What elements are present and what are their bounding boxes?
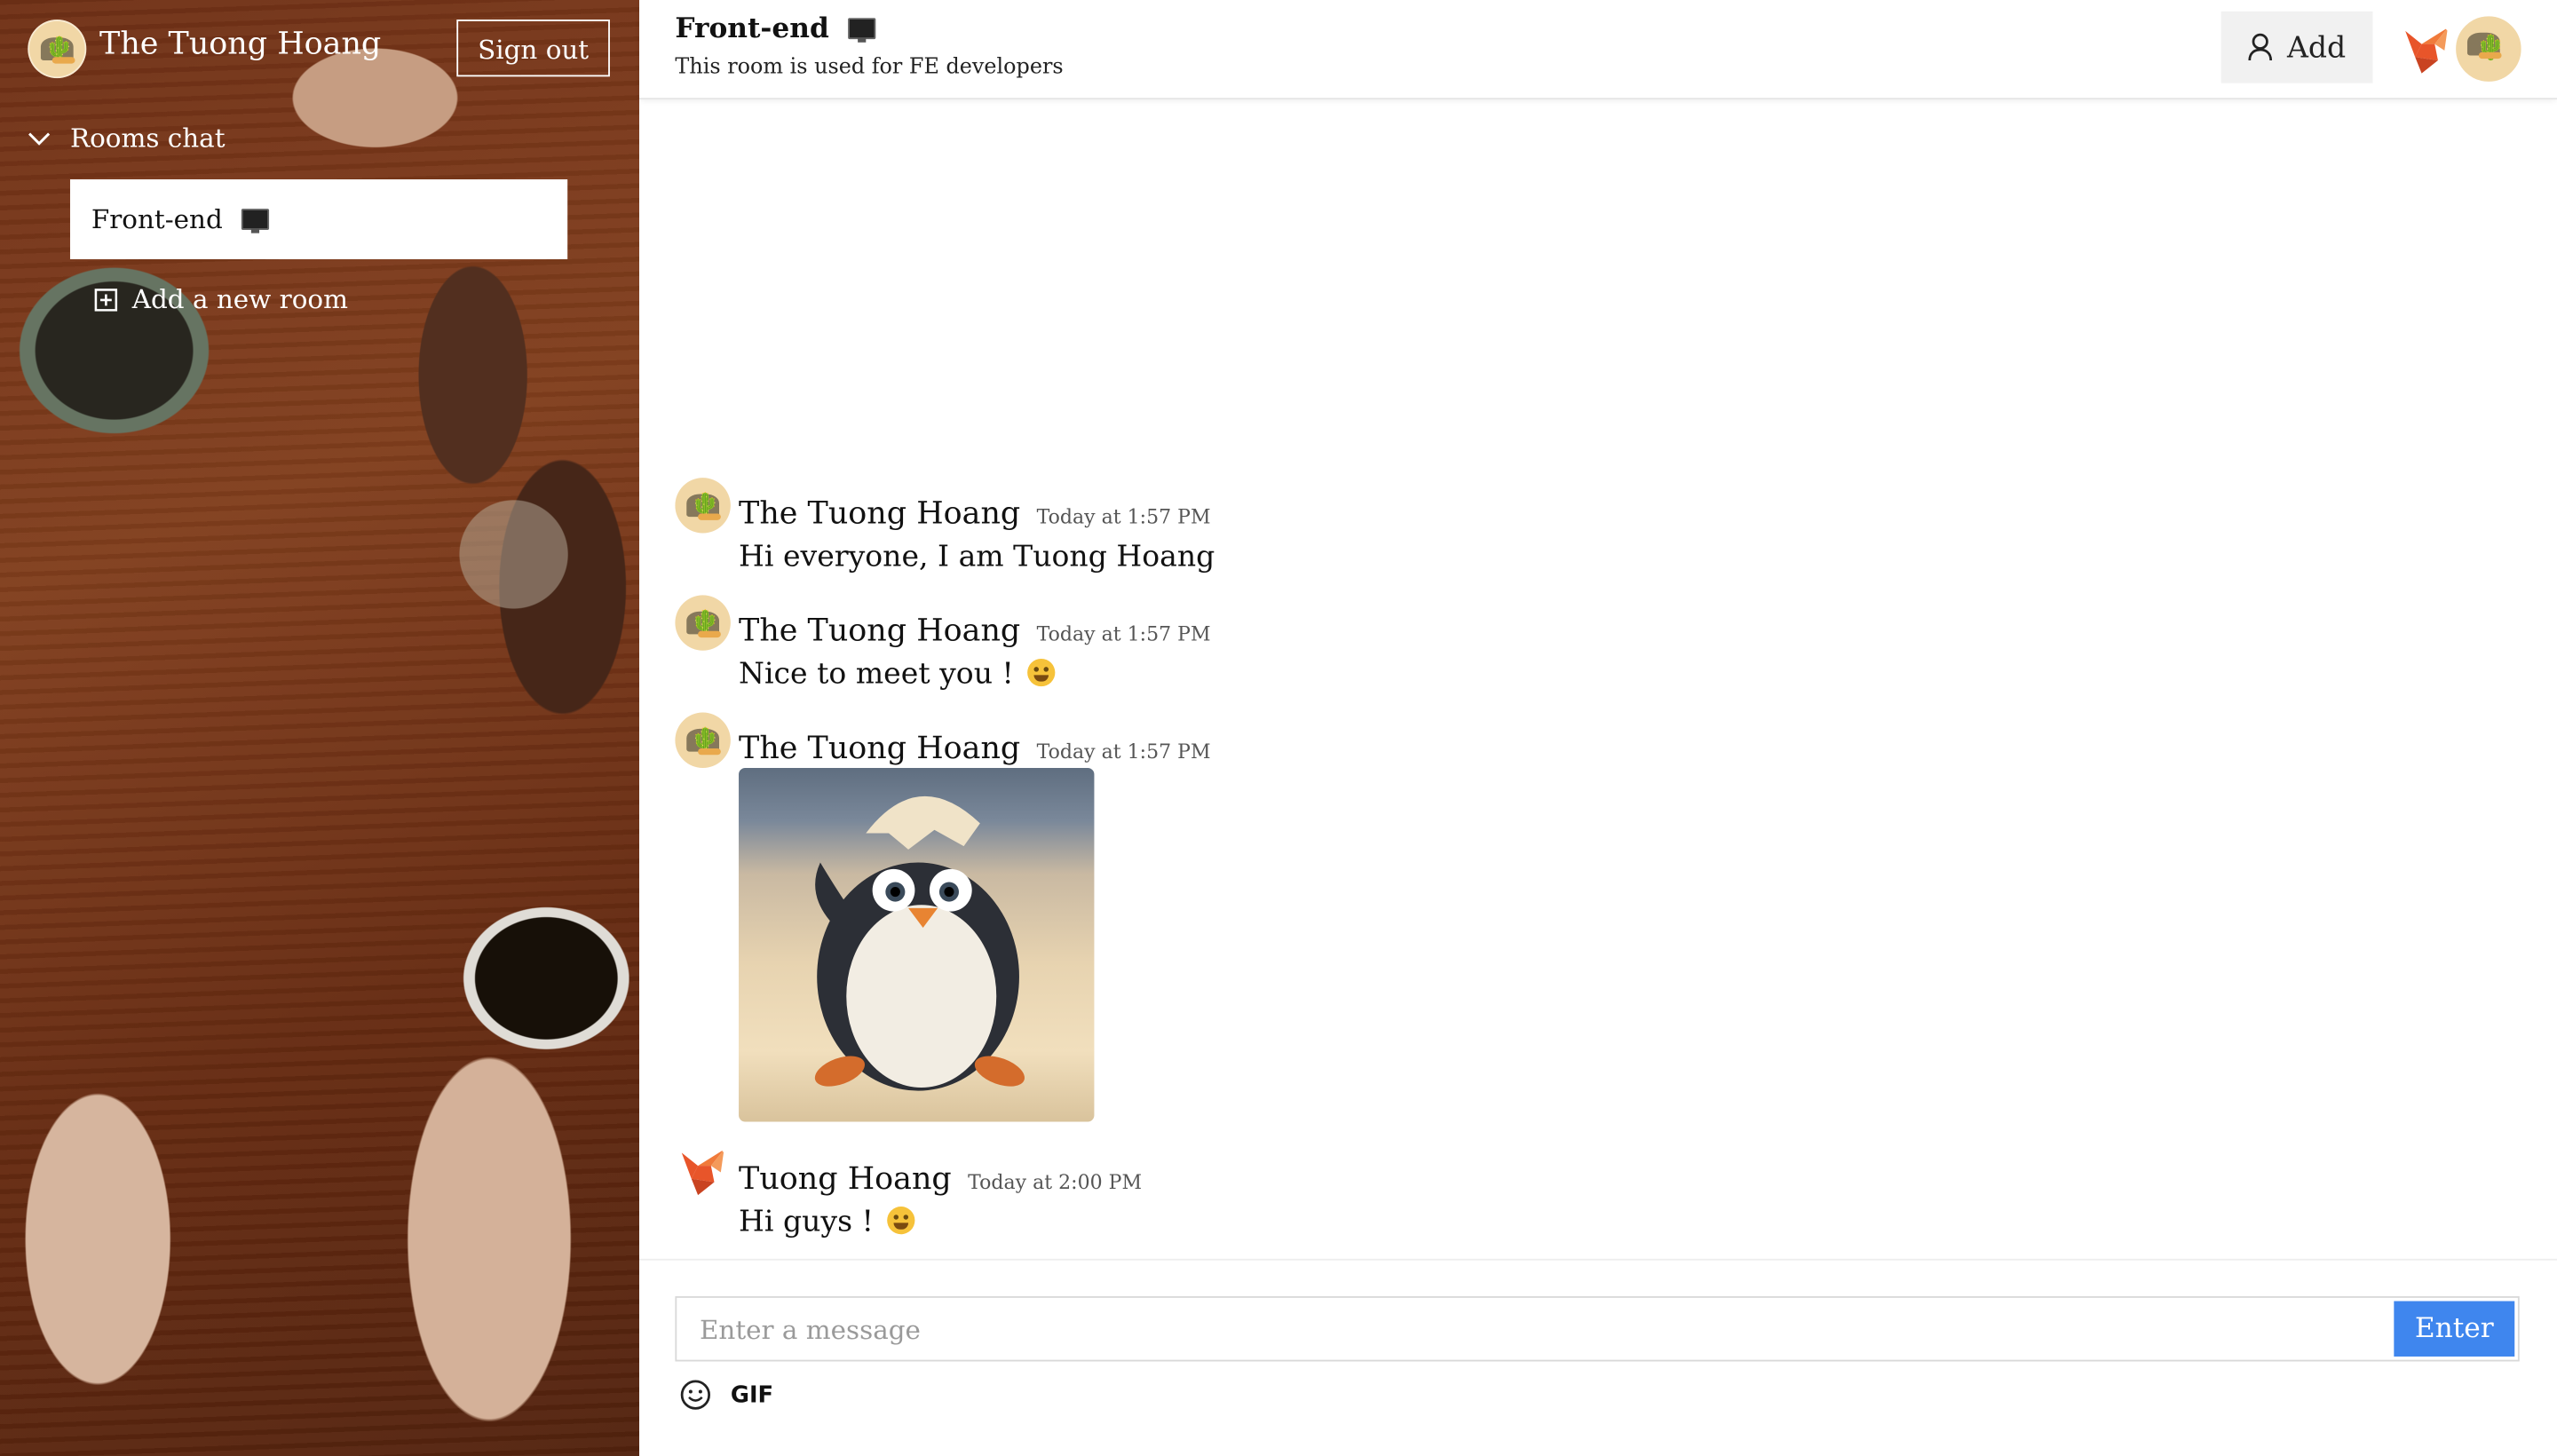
plus-square-icon <box>94 288 118 311</box>
message: 🌵 The Tuong Hoang Today at 1:57 PM Hi ev… <box>675 473 2142 590</box>
room-item-label: Front-end <box>91 203 223 235</box>
fox-icon <box>681 1149 724 1196</box>
message-time: Today at 2:00 PM <box>968 1170 1143 1194</box>
message-time: Today at 1:57 PM <box>1036 622 1211 646</box>
sign-out-button[interactable]: Sign out <box>456 20 610 77</box>
composer-divider <box>639 1258 2557 1261</box>
user-name: The Tuong Hoang <box>99 26 382 62</box>
message-author: The Tuong Hoang <box>739 730 1021 767</box>
message-time: Today at 1:57 PM <box>1036 740 1211 764</box>
rooms-chat-toggle[interactable]: Rooms chat <box>28 123 225 154</box>
room-description: This room is used for FE developers <box>675 55 1064 80</box>
message-text: Hi guys ! <box>739 1205 883 1239</box>
rooms-chat-label: Rooms chat <box>69 122 226 154</box>
message-text-row: Hi guys ! <box>739 1197 2142 1255</box>
message-composer: Enter <box>675 1296 2520 1362</box>
message-author: The Tuong Hoang <box>739 613 1021 649</box>
message-list: 🌵 The Tuong Hoang Today at 1:57 PM Hi ev… <box>675 473 2142 1256</box>
dino-avatar[interactable]: 🌵 <box>2454 14 2523 83</box>
message-input[interactable] <box>677 1297 2435 1360</box>
chevron-down-icon <box>28 131 51 145</box>
user-bar: 🌵 The Tuong Hoang Sign out <box>28 20 610 79</box>
monitor-icon <box>848 18 876 43</box>
penguin-illustration <box>814 795 1025 1091</box>
member-avatar-group[interactable]: 🌵 <box>2399 14 2523 83</box>
message-text-row: Nice to meet you ! <box>739 649 2142 708</box>
grinning-face-emoji-icon <box>887 1207 916 1235</box>
add-room-label: Add a new room <box>131 283 348 315</box>
gif-button[interactable]: GIF <box>731 1381 773 1407</box>
hugging-face-emoji-icon <box>1027 658 1057 687</box>
message-text: Nice to meet you ! <box>739 657 1024 692</box>
penguin-gif-image[interactable] <box>739 767 1095 1122</box>
message-avatar[interactable]: 🌵 <box>675 595 731 651</box>
user-add-icon <box>2249 33 2273 61</box>
add-member-label: Add <box>2286 29 2347 65</box>
sidebar: 🌵 The Tuong Hoang Sign out Rooms chat Fr… <box>0 0 639 1456</box>
room-title-text: Front-end <box>675 12 829 46</box>
composer-tools: GIF <box>680 1380 773 1411</box>
message-author: Tuong Hoang <box>739 1160 952 1197</box>
fox-avatar[interactable] <box>2399 21 2454 76</box>
chat-window: Front-end This room is used for FE devel… <box>639 0 2557 1456</box>
message-time: Today at 1:57 PM <box>1036 505 1211 529</box>
send-button[interactable]: Enter <box>2394 1301 2515 1357</box>
add-room-button[interactable]: Add a new room <box>94 283 348 315</box>
message-avatar[interactable]: 🌵 <box>675 478 731 534</box>
message-avatar[interactable] <box>675 1143 730 1198</box>
monitor-icon <box>241 209 269 233</box>
message: 🌵 The Tuong Hoang Today at 1:57 PM Nice … <box>675 590 2142 708</box>
message-text: Hi everyone, I am Tuong Hoang <box>739 539 1215 574</box>
message: Tuong Hoang Today at 2:00 PM Hi guys ! <box>675 1138 2142 1255</box>
message: 🌵 The Tuong Hoang Today at 1:57 PM <box>675 708 2142 1122</box>
emoji-picker-icon[interactable] <box>680 1380 711 1411</box>
fox-icon <box>2405 28 2448 74</box>
user-avatar[interactable]: 🌵 <box>28 20 87 79</box>
room-header: Front-end This room is used for FE devel… <box>639 0 2557 100</box>
room-item-front-end[interactable]: Front-end <box>69 179 568 260</box>
room-title: Front-end <box>675 12 876 46</box>
message-avatar[interactable]: 🌵 <box>675 712 731 768</box>
message-author: The Tuong Hoang <box>739 495 1021 532</box>
add-member-button[interactable]: Add <box>2221 11 2373 83</box>
